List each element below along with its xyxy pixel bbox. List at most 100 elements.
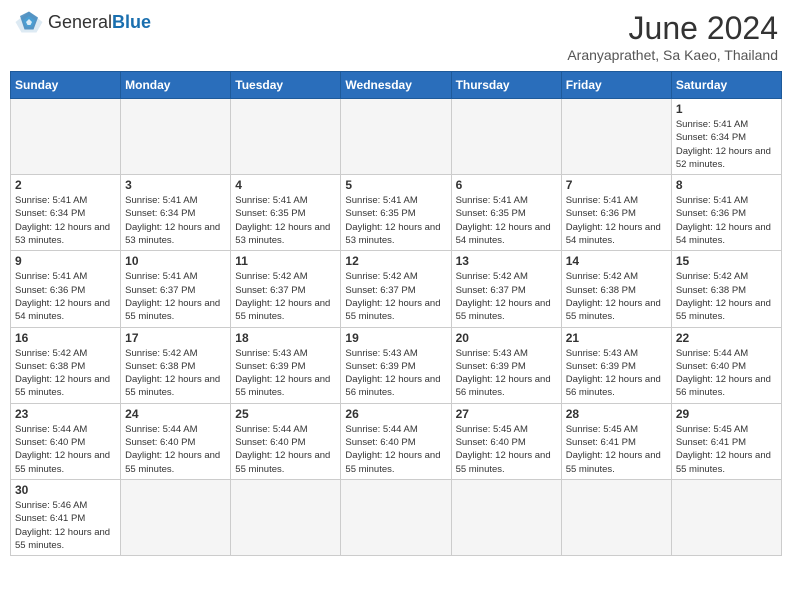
- calendar-week-2: 2 Sunrise: 5:41 AMSunset: 6:34 PMDaylight…: [11, 175, 782, 251]
- calendar-cell: [121, 99, 231, 175]
- calendar-cell: 4 Sunrise: 5:41 AMSunset: 6:35 PMDaylight…: [231, 175, 341, 251]
- day-number: 4: [235, 178, 336, 192]
- day-number: 29: [676, 407, 777, 421]
- calendar-cell: 12 Sunrise: 5:42 AMSunset: 6:37 PMDayligh…: [341, 251, 451, 327]
- day-info: Sunrise: 5:44 AMSunset: 6:40 PMDaylight:…: [235, 423, 336, 476]
- calendar-cell: 23 Sunrise: 5:44 AMSunset: 6:40 PMDayligh…: [11, 403, 121, 479]
- calendar-cell: 21 Sunrise: 5:43 AMSunset: 6:39 PMDayligh…: [561, 327, 671, 403]
- calendar-cell: [341, 479, 451, 555]
- calendar-cell: 9Sunrise: 5:41 AMSunset: 6:36 PMDaylight…: [11, 251, 121, 327]
- day-number: 8: [676, 178, 777, 192]
- calendar-cell: [11, 99, 121, 175]
- calendar-cell: [561, 99, 671, 175]
- day-number: 1: [676, 102, 777, 116]
- calendar-cell: 30 Sunrise: 5:46 AMSunset: 6:41 PMDayligh…: [11, 479, 121, 555]
- day-info: Sunrise: 5:43 AMSunset: 6:39 PMDaylight:…: [235, 347, 336, 400]
- calendar-cell: [451, 479, 561, 555]
- day-info: Sunrise: 5:41 AMSunset: 6:35 PMDaylight:…: [456, 194, 557, 247]
- day-number: 18: [235, 331, 336, 345]
- day-number: 30: [15, 483, 116, 497]
- calendar-cell: 15Sunrise: 5:42 AMSunset: 6:38 PMDayligh…: [671, 251, 781, 327]
- day-info: Sunrise: 5:42 AMSunset: 6:38 PMDaylight:…: [125, 347, 226, 400]
- day-info: Sunrise: 5:41 AMSunset: 6:34 PMDaylight:…: [15, 194, 116, 247]
- day-number: 3: [125, 178, 226, 192]
- col-header-sunday: Sunday: [11, 72, 121, 99]
- calendar-cell: 7Sunrise: 5:41 AMSunset: 6:36 PMDaylight…: [561, 175, 671, 251]
- day-number: 19: [345, 331, 446, 345]
- calendar-week-1: 1 Sunrise: 5:41 AMSunset: 6:34 PMDaylight…: [11, 99, 782, 175]
- day-info: Sunrise: 5:41 AMSunset: 6:35 PMDaylight:…: [345, 194, 446, 247]
- calendar-cell: 3 Sunrise: 5:41 AMSunset: 6:34 PMDaylight…: [121, 175, 231, 251]
- day-number: 20: [456, 331, 557, 345]
- day-info: Sunrise: 5:45 AMSunset: 6:41 PMDaylight:…: [566, 423, 667, 476]
- day-number: 27: [456, 407, 557, 421]
- day-info: Sunrise: 5:41 AMSunset: 6:37 PMDaylight:…: [125, 270, 226, 323]
- day-info: Sunrise: 5:44 AMSunset: 6:40 PMDaylight:…: [15, 423, 116, 476]
- col-header-saturday: Saturday: [671, 72, 781, 99]
- day-number: 14: [566, 254, 667, 268]
- day-info: Sunrise: 5:45 AMSunset: 6:41 PMDaylight:…: [676, 423, 777, 476]
- day-info: Sunrise: 5:42 AMSunset: 6:38 PMDaylight:…: [15, 347, 116, 400]
- day-number: 10: [125, 254, 226, 268]
- calendar-cell: 24Sunrise: 5:44 AMSunset: 6:40 PMDayligh…: [121, 403, 231, 479]
- logo-icon: [14, 10, 44, 34]
- day-number: 13: [456, 254, 557, 268]
- day-number: 11: [235, 254, 336, 268]
- calendar-cell: 10 Sunrise: 5:41 AMSunset: 6:37 PMDayligh…: [121, 251, 231, 327]
- calendar-week-3: 9Sunrise: 5:41 AMSunset: 6:36 PMDaylight…: [11, 251, 782, 327]
- calendar-cell: 8 Sunrise: 5:41 AMSunset: 6:36 PMDaylight…: [671, 175, 781, 251]
- day-number: 21: [566, 331, 667, 345]
- location-title: Aranyaprathet, Sa Kaeo, Thailand: [567, 47, 778, 63]
- day-number: 16: [15, 331, 116, 345]
- col-header-tuesday: Tuesday: [231, 72, 341, 99]
- calendar-cell: 17 Sunrise: 5:42 AMSunset: 6:38 PMDayligh…: [121, 327, 231, 403]
- calendar-cell: 14 Sunrise: 5:42 AMSunset: 6:38 PMDayligh…: [561, 251, 671, 327]
- day-number: 2: [15, 178, 116, 192]
- day-info: Sunrise: 5:42 AMSunset: 6:38 PMDaylight:…: [566, 270, 667, 323]
- day-info: Sunrise: 5:44 AMSunset: 6:40 PMDaylight:…: [345, 423, 446, 476]
- day-number: 6: [456, 178, 557, 192]
- day-number: 28: [566, 407, 667, 421]
- day-info: Sunrise: 5:42 AMSunset: 6:37 PMDaylight:…: [345, 270, 446, 323]
- day-info: Sunrise: 5:41 AMSunset: 6:34 PMDaylight:…: [676, 118, 777, 171]
- month-title: June 2024: [567, 10, 778, 47]
- day-number: 9: [15, 254, 116, 268]
- day-number: 22: [676, 331, 777, 345]
- page-header: GeneralBlue June 2024 Aranyaprathet, Sa …: [10, 10, 782, 63]
- title-block: June 2024 Aranyaprathet, Sa Kaeo, Thaila…: [567, 10, 778, 63]
- calendar-cell: 1 Sunrise: 5:41 AMSunset: 6:34 PMDaylight…: [671, 99, 781, 175]
- calendar-week-4: 16 Sunrise: 5:42 AMSunset: 6:38 PMDayligh…: [11, 327, 782, 403]
- calendar-cell: [451, 99, 561, 175]
- col-header-friday: Friday: [561, 72, 671, 99]
- calendar-cell: 2 Sunrise: 5:41 AMSunset: 6:34 PMDaylight…: [11, 175, 121, 251]
- calendar-cell: 25 Sunrise: 5:44 AMSunset: 6:40 PMDayligh…: [231, 403, 341, 479]
- calendar-cell: [671, 479, 781, 555]
- calendar-table: SundayMondayTuesdayWednesdayThursdayFrid…: [10, 71, 782, 556]
- day-info: Sunrise: 5:44 AMSunset: 6:40 PMDaylight:…: [676, 347, 777, 400]
- calendar-cell: [231, 99, 341, 175]
- day-info: Sunrise: 5:46 AMSunset: 6:41 PMDaylight:…: [15, 499, 116, 552]
- day-info: Sunrise: 5:41 AMSunset: 6:35 PMDaylight:…: [235, 194, 336, 247]
- day-number: 23: [15, 407, 116, 421]
- calendar-cell: 27 Sunrise: 5:45 AMSunset: 6:40 PMDayligh…: [451, 403, 561, 479]
- calendar-cell: 11Sunrise: 5:42 AMSunset: 6:37 PMDayligh…: [231, 251, 341, 327]
- calendar-cell: 22 Sunrise: 5:44 AMSunset: 6:40 PMDayligh…: [671, 327, 781, 403]
- day-number: 17: [125, 331, 226, 345]
- day-info: Sunrise: 5:45 AMSunset: 6:40 PMDaylight:…: [456, 423, 557, 476]
- calendar-cell: [121, 479, 231, 555]
- day-number: 25: [235, 407, 336, 421]
- day-number: 7: [566, 178, 667, 192]
- calendar-cell: 28 Sunrise: 5:45 AMSunset: 6:41 PMDayligh…: [561, 403, 671, 479]
- calendar-cell: 26Sunrise: 5:44 AMSunset: 6:40 PMDayligh…: [341, 403, 451, 479]
- day-info: Sunrise: 5:41 AMSunset: 6:34 PMDaylight:…: [125, 194, 226, 247]
- day-info: Sunrise: 5:41 AMSunset: 6:36 PMDaylight:…: [676, 194, 777, 247]
- day-info: Sunrise: 5:43 AMSunset: 6:39 PMDaylight:…: [566, 347, 667, 400]
- day-number: 15: [676, 254, 777, 268]
- calendar-header-row: SundayMondayTuesdayWednesdayThursdayFrid…: [11, 72, 782, 99]
- day-number: 12: [345, 254, 446, 268]
- calendar-cell: 19Sunrise: 5:43 AMSunset: 6:39 PMDayligh…: [341, 327, 451, 403]
- calendar-cell: [341, 99, 451, 175]
- day-number: 5: [345, 178, 446, 192]
- col-header-thursday: Thursday: [451, 72, 561, 99]
- calendar-cell: 16 Sunrise: 5:42 AMSunset: 6:38 PMDayligh…: [11, 327, 121, 403]
